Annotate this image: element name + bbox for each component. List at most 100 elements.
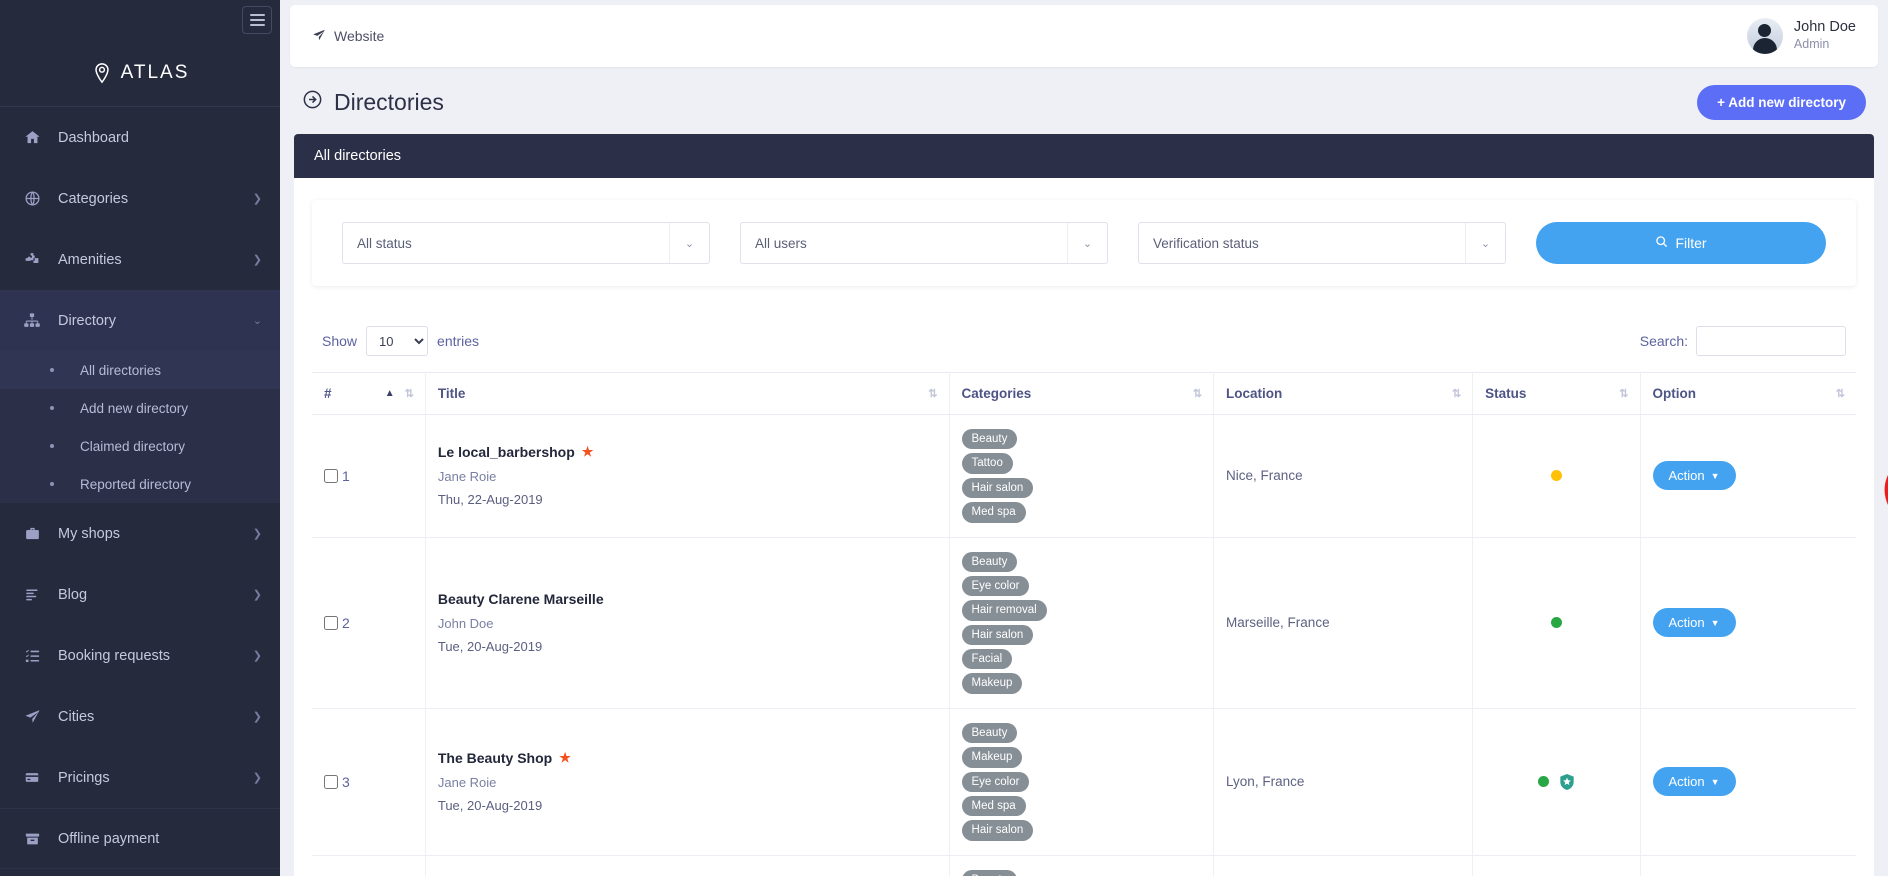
sidebar-item-booking-requests[interactable]: Booking requests ❯ [0,625,280,686]
sidebar-item-amenities[interactable]: Amenities ❯ [0,229,280,290]
brand-logo[interactable]: ATLAS [0,50,280,96]
sidebar-item-offline-payment[interactable]: Offline payment [0,808,280,869]
sidebar-item-dashboard[interactable]: Dashboard [0,107,280,168]
cell-status [1472,537,1641,709]
featured-star-icon: ★ [559,750,571,766]
category-badge: Hair salon [961,477,1034,499]
row-checkbox[interactable] [324,468,338,483]
globe-icon [22,190,42,207]
page-length-select[interactable]: 10 25 50 100 [366,326,429,356]
sidebar-item-directory[interactable]: Directory ⌄ [0,290,280,351]
chevron-down-icon: ⌄ [1067,223,1107,263]
directories-table: # ▲ ⇅ Title ⇅ Categories ⇅ Location ⇅ St… [312,372,1856,876]
category-badge: Facial [961,649,1013,670]
sidebar-item-my-shops[interactable]: My shops ❯ [0,503,280,564]
sidebar-item-payment-history[interactable]: Payment history [0,869,280,876]
cell-categories: Beauty Makeup Eye color Med spa Hair salon [949,708,1215,856]
column-header-num[interactable]: # ▲ ⇅ [312,372,426,415]
bullet-icon [50,406,54,410]
website-link[interactable]: Website [312,28,384,45]
directory-title[interactable]: Beauty Clarene Marseille [438,591,937,607]
category-badges: BeautyHair salonTattooMed spaNail careFa… [961,869,1202,876]
row-select[interactable]: 3 [324,774,413,790]
column-header-option[interactable]: Option ⇅ [1640,372,1856,415]
column-header-status[interactable]: Status ⇅ [1472,372,1641,415]
search-input[interactable] [1696,326,1846,356]
sidebar-subitem-label: Claimed directory [80,438,186,454]
category-badge: Eye color [961,575,1030,597]
cell-option: Action ▼ [1640,708,1856,856]
chevron-right-icon: ❯ [252,193,262,205]
add-new-directory-button[interactable]: + Add new directory [1697,85,1866,120]
puzzle-icon [22,251,42,268]
sort-icon: ⇅ [1619,388,1628,400]
column-label: # [324,386,332,401]
sidebar-item-pricings[interactable]: Pricings ❯ [0,747,280,808]
chevron-right-icon: ❯ [252,528,262,540]
page-header: Directories + Add new directory [280,67,1888,134]
bullet-icon [50,482,54,486]
sidebar-item-label: Booking requests [58,647,171,664]
sidebar-item-label: Directory [58,312,117,329]
cell-title: Le local_barbershop ★ Jane Roie Thu, 22-Aug… [425,414,950,538]
user-menu[interactable]: John Doe Admin [1746,18,1856,54]
cell-location: Paris, France [1213,855,1474,876]
caret-down-icon: ▼ [1710,470,1720,481]
action-button[interactable]: Action ▼ [1652,461,1736,491]
location-text: Marseille, France [1226,615,1330,631]
table-row: 4Mix Beauty Paris★John DoeTue, 20-Aug-20… [312,855,1856,876]
sidebar-item-categories[interactable]: Categories ❯ [0,168,280,229]
sidebar-item-label: Blog [58,586,88,603]
page-title: Directories [302,89,444,116]
page-title-text: Directories [334,89,444,115]
row-checkbox[interactable] [324,774,338,789]
sort-icon: ⇅ [1192,388,1202,400]
directory-owner: Jane Roie [437,775,497,791]
chevron-right-icon: ❯ [252,650,262,662]
sidebar-item-add-new-directory[interactable]: Add new directory [0,389,280,427]
sidebar-item-all-directories[interactable]: All directories [0,351,280,389]
show-entries-control: Show 10 25 50 100 entries [322,326,479,356]
paper-plane-icon [22,708,42,725]
directory-title[interactable]: The Beauty Shop ★ [438,750,937,766]
row-select[interactable]: 1 [324,468,413,484]
filter-button[interactable]: Filter [1536,222,1826,264]
column-header-location[interactable]: Location ⇅ [1213,372,1474,415]
featured-star-icon: ★ [581,444,594,460]
action-button[interactable]: Action ▼ [1652,608,1736,638]
chevron-down-icon: ⌄ [252,315,262,327]
hamburger-icon[interactable] [242,6,272,34]
action-button[interactable]: Action ▼ [1652,767,1736,797]
sidebar-item-cities[interactable]: Cities ❯ [0,686,280,747]
sidebar-item-claimed-directory[interactable]: Claimed directory [0,427,280,465]
sidebar: ATLAS Dashboard Categories ❯ Amenities ❯ [0,0,280,876]
main-content: Website John Doe Admin Directories + Add… [280,0,1888,876]
table-search: Search: [1640,326,1846,356]
cell-option: Action ▼ [1640,414,1856,538]
entries-label: entries [437,333,480,349]
sidebar-item-label: Amenities [58,251,122,268]
sidebar-item-label: Dashboard [58,129,129,146]
action-button-label: Action [1668,615,1705,631]
column-label: Categories [961,386,1032,401]
column-header-title[interactable]: Title ⇅ [425,372,950,415]
sidebar-item-reported-directory[interactable]: Reported directory [0,465,280,503]
verification-filter-select[interactable]: Verification status ⌄ [1138,222,1506,264]
sidebar-item-label: Offline payment [58,830,160,847]
sidebar-item-blog[interactable]: Blog ❯ [0,564,280,625]
column-label: Title [437,386,466,401]
action-button-label: Action [1668,774,1705,790]
verified-shield-icon [1559,773,1575,791]
briefcase-icon [22,525,42,542]
row-checkbox[interactable] [324,615,338,630]
row-select[interactable]: 2 [324,615,413,631]
users-filter-select[interactable]: All users ⌄ [740,222,1108,264]
category-badge: Makeup [961,747,1023,768]
column-label: Option [1652,386,1697,401]
column-header-categories[interactable]: Categories ⇅ [949,372,1215,415]
bullet-icon [50,368,54,372]
directory-title[interactable]: Le local_barbershop ★ [438,444,937,460]
directory-owner: Jane Roie [437,469,497,485]
home-icon [22,129,42,146]
status-filter-select[interactable]: All status ⌄ [342,222,710,264]
